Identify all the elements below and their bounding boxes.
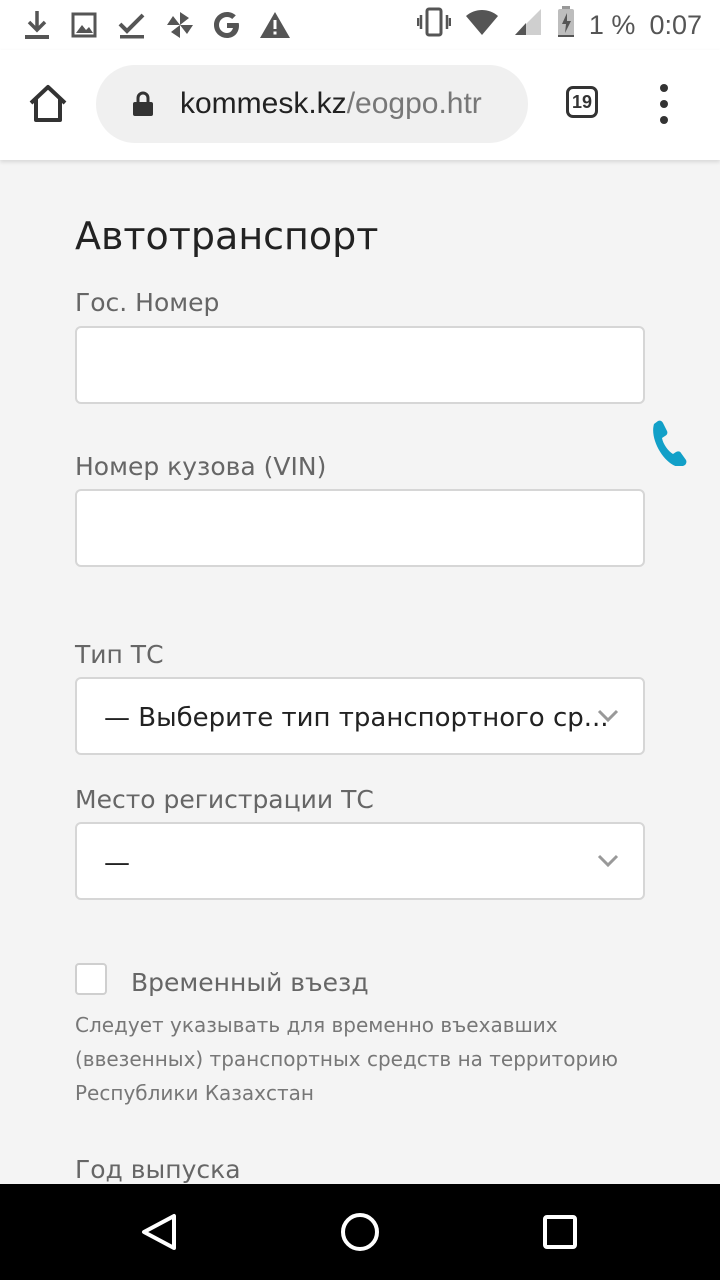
temporary-entry-label: Временный въезд	[131, 968, 369, 997]
chevron-down-icon	[597, 854, 619, 868]
home-button[interactable]	[26, 82, 70, 126]
chevron-down-icon	[597, 709, 619, 723]
image-icon	[70, 8, 98, 42]
url-text: kommesk.kz/eogpo.htr	[180, 87, 482, 121]
overflow-menu-button[interactable]	[654, 84, 674, 124]
temporary-entry-checkbox[interactable]	[75, 963, 107, 995]
home-icon	[29, 85, 67, 122]
vibrate-icon	[416, 7, 452, 44]
temporary-entry-help: Следует указывать для временно въехавших…	[75, 1013, 619, 1105]
download-icon	[22, 8, 52, 42]
back-icon	[142, 1214, 176, 1250]
url-path: /eogpo.htr	[346, 87, 482, 120]
home-nav-button[interactable]	[336, 1208, 384, 1256]
vehicle-type-value: — Выберите тип транспортного ср...	[104, 703, 609, 733]
registration-value: —	[104, 848, 130, 878]
back-button[interactable]	[136, 1208, 184, 1256]
pinwheel-icon	[164, 8, 196, 42]
plate-label: Гос. Номер	[75, 288, 220, 317]
phone-icon	[653, 420, 687, 468]
url-domain: kommesk.kz	[180, 87, 347, 120]
recents-icon	[543, 1215, 577, 1249]
address-bar[interactable]: kommesk.kz/eogpo.htr	[96, 65, 528, 143]
home-circle-icon	[341, 1213, 379, 1251]
section-heading: Автотранспорт	[75, 214, 379, 258]
signal-icon	[513, 7, 543, 44]
battery-charging-icon	[557, 5, 575, 45]
plate-input[interactable]	[75, 326, 645, 404]
vin-input[interactable]	[75, 489, 645, 567]
page-content: Автотранспорт Гос. Номер Номер кузова (V…	[0, 160, 720, 1184]
lock-icon	[133, 91, 153, 116]
status-bar: 1 % 0:07	[0, 0, 720, 50]
vehicle-type-label: Тип ТС	[75, 640, 164, 669]
battery-percent: 1 %	[588, 9, 636, 40]
registration-select[interactable]: —	[75, 822, 645, 900]
navigation-bar	[0, 1184, 720, 1280]
warning-icon	[258, 8, 292, 42]
vin-label: Номер кузова (VIN)	[75, 452, 327, 481]
year-label: Год выпуска	[75, 1155, 241, 1184]
tab-switcher-button[interactable]: 19	[566, 86, 598, 118]
registration-label: Место регистрации ТС	[75, 785, 374, 814]
clock: 0:07	[649, 9, 702, 40]
vehicle-type-select[interactable]: — Выберите тип транспортного ср...	[75, 677, 645, 755]
browser-toolbar: kommesk.kz/eogpo.htr 19	[0, 50, 720, 160]
check-icon	[116, 8, 148, 42]
call-button[interactable]	[648, 418, 690, 468]
recents-button[interactable]	[536, 1208, 584, 1256]
wifi-icon	[465, 8, 499, 43]
google-icon	[210, 8, 244, 42]
